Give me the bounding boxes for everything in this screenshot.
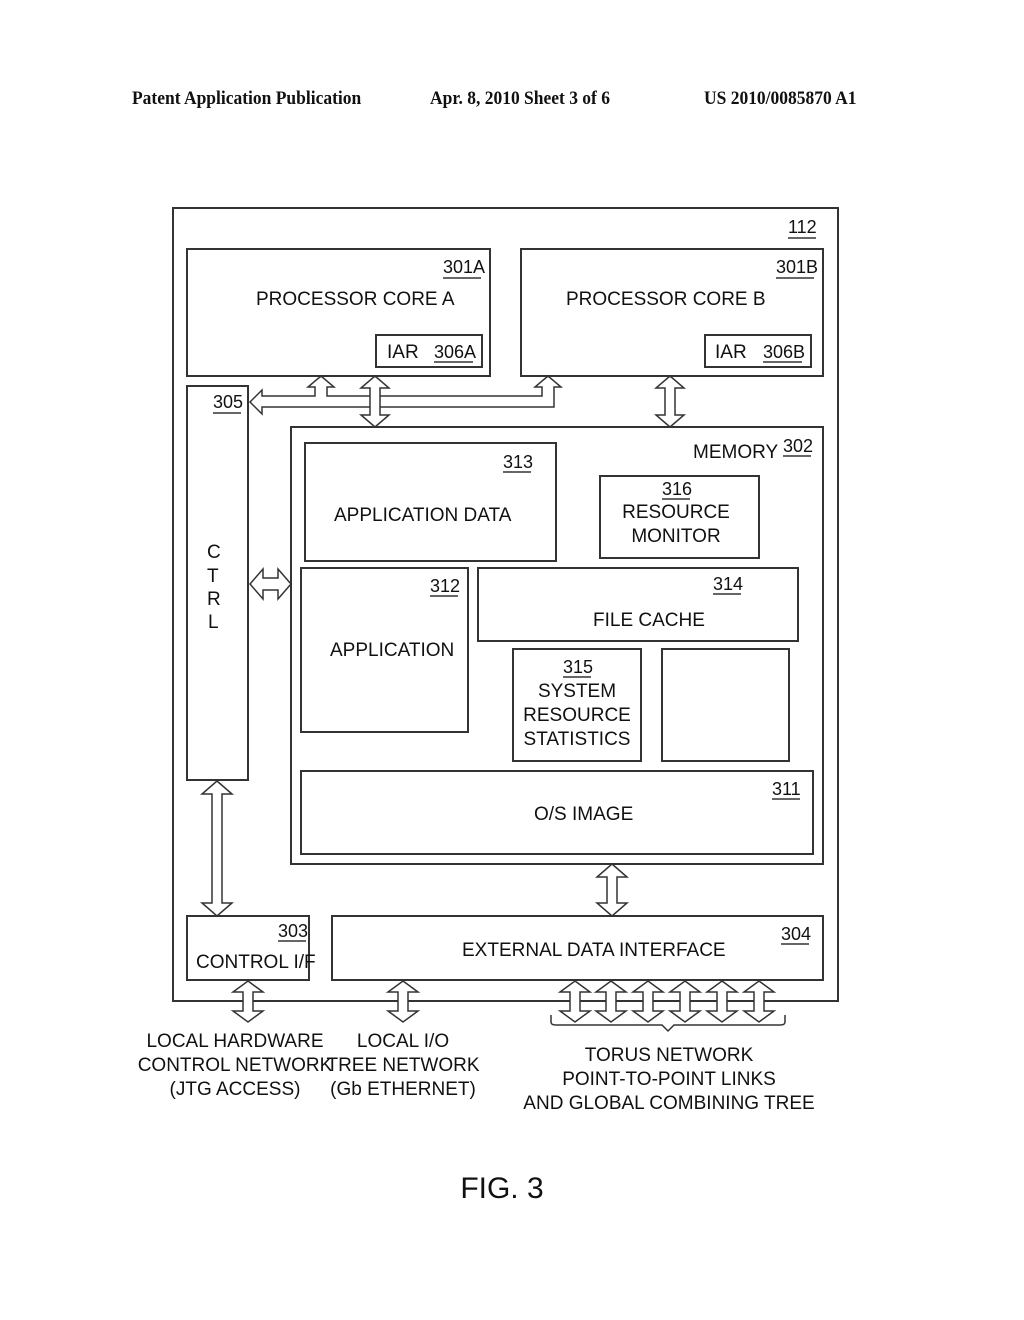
application-data-label: APPLICATION DATA <box>334 505 512 526</box>
torus-network-label: TORUS NETWORK POINT-TO-POINT LINKS AND G… <box>523 1045 814 1114</box>
ref-303: 303 <box>278 921 308 941</box>
resource-monitor-line-1: RESOURCE <box>622 502 730 523</box>
system-stats-line-2: RESOURCE <box>523 705 631 726</box>
ref-302: 302 <box>783 436 813 456</box>
os-image-label: O/S IMAGE <box>534 804 633 825</box>
local-hw-line-2: CONTROL NETWORK <box>138 1055 333 1076</box>
ref-306b: 306B <box>763 342 805 362</box>
ctrl-letter-r: R <box>207 589 221 610</box>
external-data-interface-label: EXTERNAL DATA INTERFACE <box>462 940 726 961</box>
ref-304: 304 <box>781 924 811 944</box>
torus-line-1: TORUS NETWORK <box>585 1045 754 1066</box>
local-io-line-2: TREE NETWORK <box>326 1055 479 1076</box>
ctrl-block: 305 C T R L <box>186 385 249 781</box>
processor-core-b-label: PROCESSOR CORE B <box>566 289 766 310</box>
local-hw-line-1: LOCAL HARDWARE <box>146 1031 323 1052</box>
iar-b-label: IAR <box>715 342 747 363</box>
ref-313: 313 <box>503 452 533 472</box>
file-cache-label: FILE CACHE <box>593 610 705 631</box>
iar-a-label: IAR <box>387 342 419 363</box>
ref-314: 314 <box>713 574 743 594</box>
unlabeled-box <box>661 648 790 762</box>
local-io-label: LOCAL I/O TREE NETWORK (Gb ETHERNET) <box>326 1031 479 1100</box>
memory-label: MEMORY <box>693 442 778 463</box>
processor-core-b: 301B PROCESSOR CORE B IAR 306B <box>520 248 824 377</box>
system-stats-line-3: STATISTICS <box>524 729 631 750</box>
figure-label: FIG. 3 <box>460 1172 543 1205</box>
resource-monitor-line-2: MONITOR <box>631 526 720 547</box>
local-hw-line-3: (JTG ACCESS) <box>170 1079 301 1100</box>
ref-301b: 301B <box>776 257 818 277</box>
ref-312: 312 <box>430 576 460 596</box>
local-hardware-label: LOCAL HARDWARE CONTROL NETWORK (JTG ACCE… <box>138 1031 333 1100</box>
ctrl-letter-c: C <box>207 542 221 563</box>
ctrl-letter-t: T <box>207 566 219 587</box>
application-label: APPLICATION <box>330 640 454 661</box>
ref-316: 316 <box>662 479 692 499</box>
processor-core-a: 301A PROCESSOR CORE A IAR 306A <box>186 248 491 377</box>
ctrl-letter-l: L <box>208 612 219 633</box>
ref-305: 305 <box>213 392 243 412</box>
control-if-label: CONTROL I/F <box>196 952 316 973</box>
processor-core-a-label: PROCESSOR CORE A <box>256 289 455 310</box>
ref-311: 311 <box>772 779 801 799</box>
ref-306a: 306A <box>434 342 476 362</box>
local-io-line-1: LOCAL I/O <box>357 1031 449 1052</box>
system-stats-line-1: SYSTEM <box>538 681 616 702</box>
torus-brace <box>550 1015 786 1033</box>
ref-315: 315 <box>563 657 593 677</box>
torus-line-3: AND GLOBAL COMBINING TREE <box>523 1093 814 1114</box>
ref-301a: 301A <box>443 257 485 277</box>
memory-block: MEMORY 302 313 APPLICATION DATA 316 RESO… <box>290 426 824 865</box>
torus-line-2: POINT-TO-POINT LINKS <box>562 1069 776 1090</box>
ref-112: 112 <box>788 217 817 237</box>
local-io-line-3: (Gb ETHERNET) <box>330 1079 476 1100</box>
figure-diagram: 112 301A PROCESSOR CORE A IAR 306A 301B … <box>138 207 839 1205</box>
